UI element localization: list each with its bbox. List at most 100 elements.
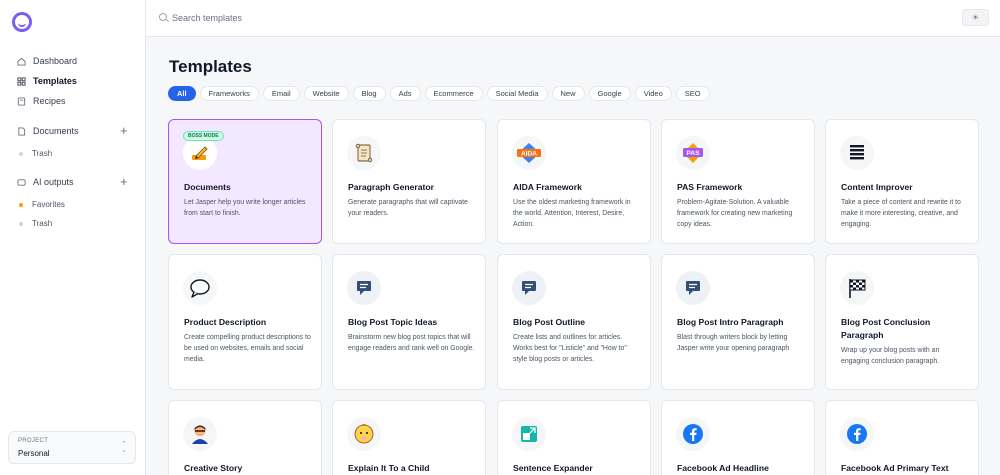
card-title: PAS Framework (677, 182, 743, 192)
filter-chip-frameworks[interactable]: Frameworks (199, 86, 259, 101)
blog-chat-icon (676, 271, 710, 305)
add-document-icon[interactable]: + (120, 124, 128, 137)
filter-chip-all[interactable]: All (168, 86, 196, 101)
pas-icon-text: PAS (687, 150, 701, 157)
output-icon (17, 178, 26, 187)
filter-chip-video[interactable]: Video (634, 86, 672, 101)
sidebar-item-favorites[interactable]: Favorites (19, 200, 65, 209)
document-icon (17, 126, 26, 136)
template-card-documents[interactable]: BOSS MODE Documents Let Jasper help you … (168, 119, 322, 244)
book-icon (17, 96, 26, 106)
card-title: Documents (184, 182, 231, 192)
person-icon (183, 417, 217, 451)
sidebar-item-label: Trash (32, 149, 53, 158)
blog-chat-icon (347, 271, 381, 305)
filter-chip-seo[interactable]: SEO (675, 86, 710, 101)
template-card-blog-post-outline[interactable]: Blog Post Outline Create lists and outli… (497, 254, 651, 390)
sidebar-item-documents-trash[interactable]: Trash (19, 149, 52, 158)
template-card-blog-post-topic-ideas[interactable]: Blog Post Topic Ideas Brainstorm new blo… (332, 254, 486, 390)
filter-chip-email[interactable]: Email (262, 86, 300, 101)
chevron-updown-icon: ⌃ ⌄ (121, 441, 127, 454)
theme-toggle-button[interactable]: ☀ (962, 9, 989, 26)
baby-icon (347, 417, 381, 451)
sun-icon: ☀ (971, 13, 980, 22)
template-card-product-description[interactable]: Product Description Create compelling pr… (168, 254, 322, 390)
sidebar-item-dashboard[interactable]: Dashboard (17, 56, 77, 66)
card-description: Problem-Agitate-Solution. A valuable fra… (677, 199, 793, 228)
sidebar: Dashboard Templates Recipes Documents + … (0, 0, 146, 475)
template-card-pas-framework[interactable]: PAS PAS Framework Problem-Agitate-Soluti… (661, 119, 815, 244)
template-card-content-improver[interactable]: Content Improver Take a piece of content… (825, 119, 979, 244)
sidebar-item-label: Documents (33, 126, 79, 136)
speech-bubble-icon (183, 271, 217, 305)
template-card-aida-framework[interactable]: AIDA AIDA Framework Use the oldest marke… (497, 119, 651, 244)
page-title: Templates (169, 57, 252, 76)
template-card-creative-story[interactable]: Creative Story (168, 400, 322, 475)
template-card-explain-it-to-a-child[interactable]: Explain It To a Child (332, 400, 486, 475)
template-card-blog-post-conclusion-paragraph[interactable]: Blog Post Conclusion Paragraph Wrap up y… (825, 254, 979, 390)
card-title: Content Improver (841, 182, 913, 192)
sidebar-item-outputs-trash[interactable]: Trash (19, 219, 52, 228)
project-selector[interactable]: PROJECT Personal ⌃ ⌄ (8, 431, 136, 464)
aida-icon-text: AIDA (521, 151, 537, 158)
filter-chip-google[interactable]: Google (588, 86, 631, 101)
card-title: Blog Post Conclusion Paragraph (841, 317, 931, 340)
bullet-dot (19, 151, 23, 156)
card-title: Blog Post Topic Ideas (348, 317, 438, 327)
card-title: Facebook Ad Headline (677, 463, 769, 473)
filter-chip-new[interactable]: New (551, 86, 585, 101)
card-title: Paragraph Generator (348, 182, 434, 192)
card-description: Take a piece of content and rewrite it t… (841, 199, 961, 228)
card-title: AIDA Framework (513, 182, 582, 192)
filter-chip-ads[interactable]: Ads (389, 86, 421, 101)
sidebar-item-label: Dashboard (33, 56, 78, 66)
card-description: Create compelling product descriptions t… (184, 334, 311, 363)
lines-icon (840, 136, 874, 170)
filter-chip-website[interactable]: Website (303, 86, 349, 101)
sidebar-item-ai-outputs[interactable]: AI outputs (17, 177, 74, 187)
search-input[interactable] (172, 11, 472, 25)
project-value: Personal (18, 449, 50, 458)
filter-chip-ecommerce[interactable]: Ecommerce (424, 86, 483, 101)
pencil-writing-icon (183, 136, 217, 170)
card-title: Product Description (184, 317, 267, 327)
aida-icon: AIDA (512, 136, 546, 170)
bullet-dot (19, 202, 23, 207)
search-icon (159, 13, 167, 21)
template-card-sentence-expander[interactable]: Sentence Expander (497, 400, 651, 475)
card-description: Brainstorm new blog post topics that wil… (348, 334, 475, 352)
grid-icon (17, 76, 26, 86)
template-card-facebook-ad-primary-text[interactable]: Facebook Ad Primary Text (825, 400, 979, 475)
sidebar-item-recipes[interactable]: Recipes (17, 96, 66, 106)
card-description: Create lists and outlines for articles. … (513, 334, 627, 363)
sidebar-item-label: Trash (32, 219, 53, 228)
card-description: Wrap up your blog posts with an engaging… (841, 347, 940, 365)
topbar: ☀ (146, 0, 1000, 37)
template-card-facebook-ad-headline[interactable]: Facebook Ad Headline (661, 400, 815, 475)
jasper-logo[interactable] (12, 12, 32, 32)
template-card-blog-post-intro-paragraph[interactable]: Blog Post Intro Paragraph Blast through … (661, 254, 815, 390)
card-title: Blog Post Outline (513, 317, 586, 327)
filter-chips: All Frameworks Email Website Blog Ads Ec… (168, 86, 710, 101)
card-description: Use the oldest marketing framework in th… (513, 199, 631, 228)
sidebar-item-documents[interactable]: Documents (17, 126, 79, 136)
card-description: Blast through writers block by letting J… (677, 334, 790, 352)
sidebar-item-label: Templates (33, 76, 77, 86)
filter-chip-blog[interactable]: Blog (352, 86, 386, 101)
project-label: PROJECT (18, 438, 49, 444)
card-description: Generate paragraphs that will captivate … (348, 199, 468, 217)
bullet-dot (19, 221, 23, 226)
boss-mode-badge: BOSS MODE (183, 131, 224, 141)
add-output-icon[interactable]: + (120, 175, 128, 188)
filter-chip-social-media[interactable]: Social Media (486, 86, 548, 101)
sidebar-item-templates[interactable]: Templates (17, 76, 77, 86)
card-title: Sentence Expander (513, 463, 593, 473)
facebook-icon (676, 417, 710, 451)
checkered-flag-icon (840, 271, 874, 305)
template-card-paragraph-generator[interactable]: Paragraph Generator Generate paragraphs … (332, 119, 486, 244)
card-title: Explain It To a Child (348, 463, 430, 473)
sidebar-item-label: Favorites (32, 200, 65, 209)
blog-chat-icon (512, 271, 546, 305)
scroll-icon (347, 136, 381, 170)
card-title: Blog Post Intro Paragraph (677, 317, 784, 327)
